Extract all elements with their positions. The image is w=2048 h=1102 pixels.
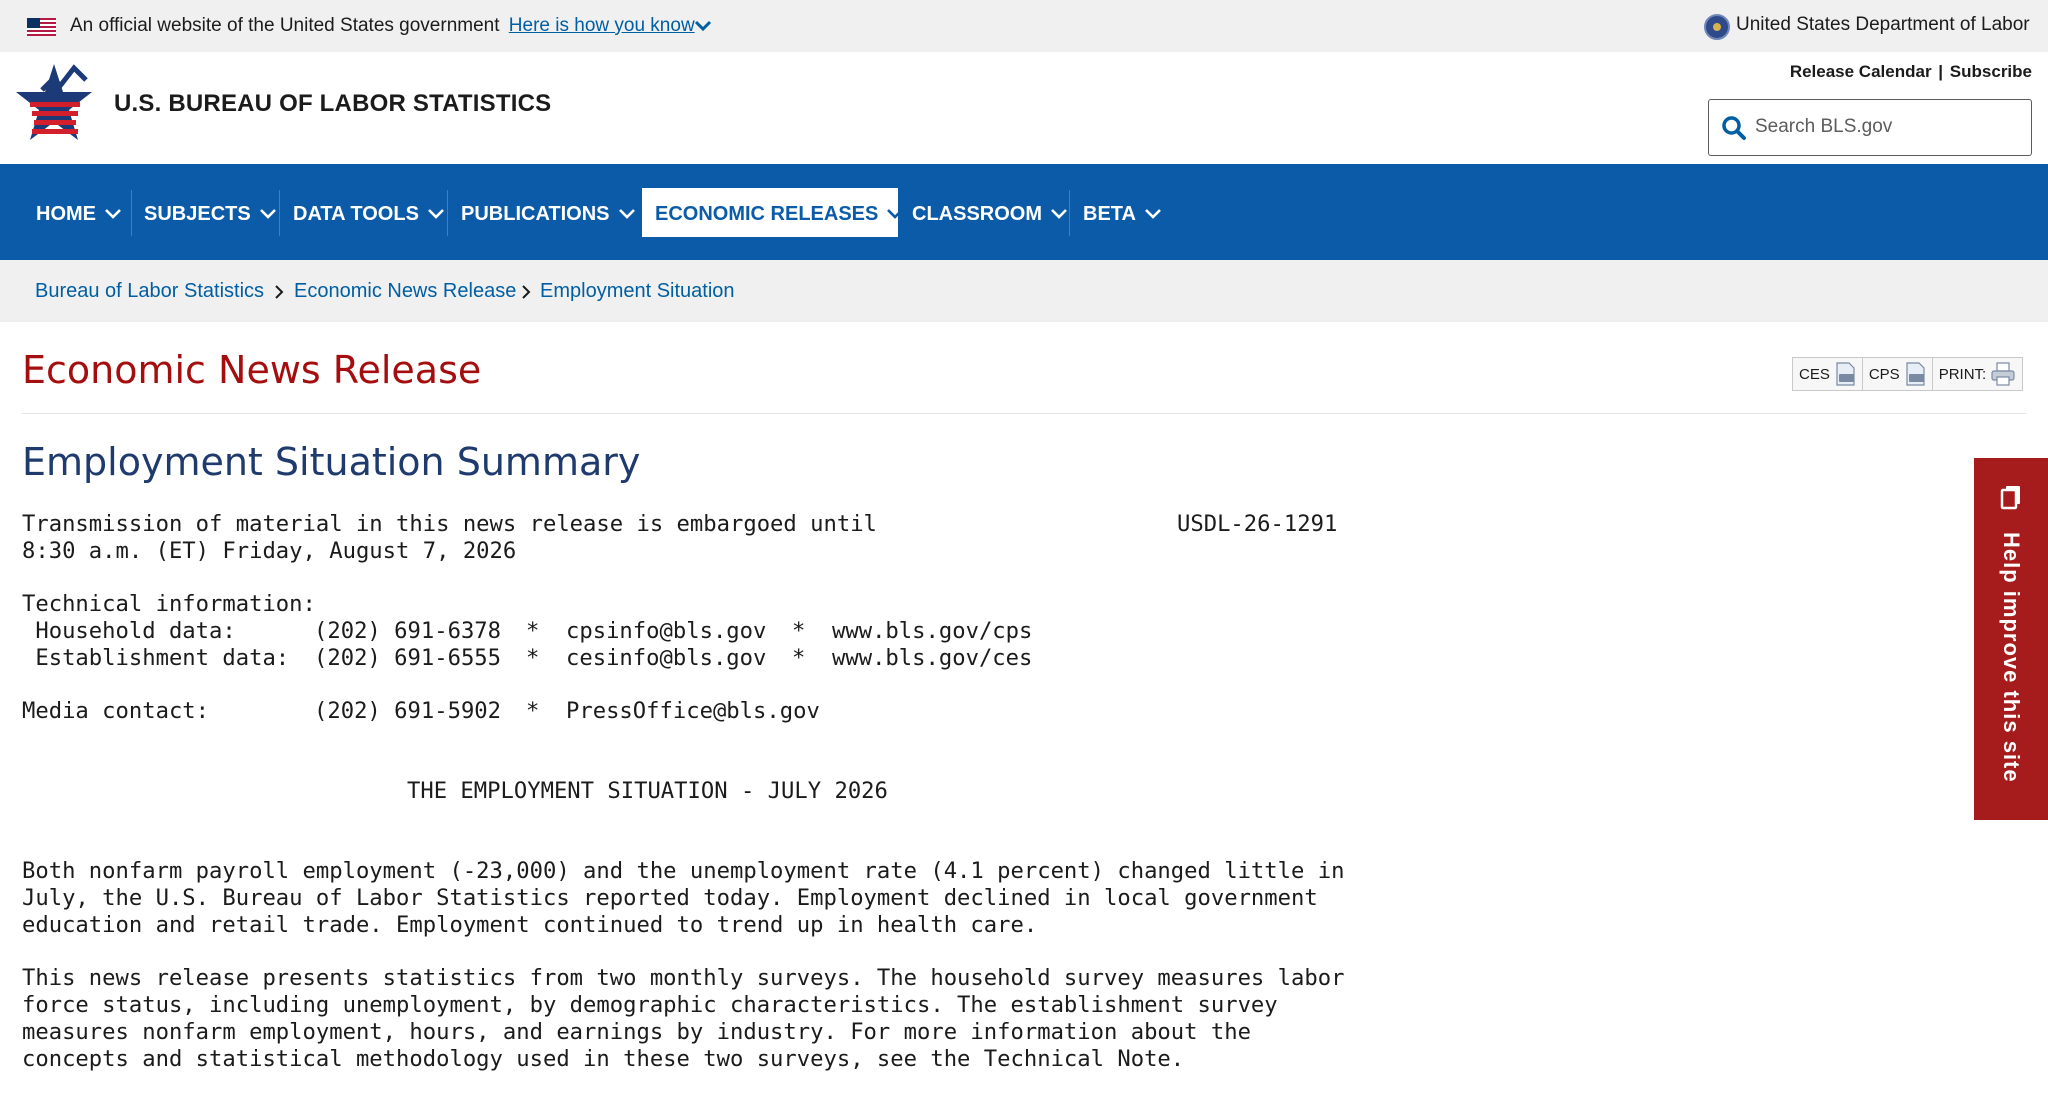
section-title: Employment Situation Summary — [22, 440, 641, 484]
nav-divider — [279, 190, 280, 236]
star-separator: * — [526, 698, 540, 724]
household-url[interactable]: www.bls.gov/cps — [832, 618, 1032, 645]
establishment-url[interactable]: www.bls.gov/ces — [832, 645, 1032, 672]
title-divider — [22, 413, 2026, 414]
official-gov-banner: An official website of the United States… — [0, 0, 2048, 52]
embargo-line-2: 8:30 a.m. (ET) Friday, August 7, 2026 — [22, 538, 517, 564]
summary-line: education and retail trade. Employment c… — [22, 912, 1038, 938]
media-email[interactable]: PressOffice@bls.gov — [566, 698, 820, 725]
technical-info-heading: Technical information: — [22, 591, 316, 617]
chevron-right-icon — [522, 285, 531, 299]
nav-economic-releases[interactable]: ECONOMIC RELEASES — [655, 199, 904, 229]
breadcrumb-employment-situation[interactable]: Employment Situation — [540, 280, 735, 303]
surveys-line: force status, including unemployment, by… — [22, 992, 1278, 1018]
summary-line: July, the U.S. Bureau of Labor Statistic… — [22, 885, 1318, 911]
official-site-text: An official website of the United States… — [70, 13, 695, 39]
embargo-text: Transmission of material in this news re… — [22, 511, 877, 537]
breadcrumb-economic-news-release[interactable]: Economic News Release — [294, 280, 516, 303]
nav-subjects-label: SUBJECTS — [144, 202, 251, 225]
surveys-line: This news release presents statistics fr… — [22, 965, 1345, 991]
breadcrumb: Bureau of Labor Statistics Economic News… — [0, 260, 2048, 322]
subscribe-link[interactable]: Subscribe — [1950, 62, 2032, 81]
cps-pdf-button[interactable]: CPS — [1861, 357, 1933, 391]
feedback-icon — [2000, 486, 2020, 510]
surveys-line: concepts and statistical methodology use… — [22, 1046, 1185, 1072]
star-separator: * — [526, 645, 540, 671]
utility-separator: | — [1938, 62, 1944, 81]
nav-divider — [131, 190, 132, 236]
ces-label: CES — [1799, 365, 1830, 383]
feedback-tab[interactable]: Help improve this site — [1974, 458, 2048, 820]
pdf-icon — [1836, 362, 1855, 386]
media-contact-label: Media contact: — [22, 698, 210, 724]
main-nav: HOME SUBJECTS DATA TOOLS PUBLICATIONS EC… — [0, 164, 2048, 260]
nav-home-label: HOME — [36, 202, 96, 225]
site-title[interactable]: U.S. BUREAU OF LABOR STATISTICS — [114, 90, 551, 118]
search-box — [1708, 99, 2032, 156]
release-headline: THE EMPLOYMENT SITUATION - JULY 2026 — [407, 778, 888, 804]
chevron-down-icon — [1051, 209, 1067, 219]
surveys-line: measures nonfarm employment, hours, and … — [22, 1019, 1251, 1045]
breadcrumb-bls[interactable]: Bureau of Labor Statistics — [35, 280, 264, 303]
establishment-phone: (202) 691-6555 — [314, 645, 502, 671]
print-label: PRINT: — [1938, 365, 1987, 383]
star-separator: * — [792, 645, 806, 671]
us-flag-icon — [27, 18, 56, 36]
dol-seal-icon — [1704, 14, 1730, 40]
search-input[interactable] — [1755, 110, 2023, 144]
summary-line: Both nonfarm payroll employment (-23,000… — [22, 858, 1345, 884]
nav-data-tools[interactable]: DATA TOOLS — [293, 199, 445, 229]
establishment-label: Establishment data: — [22, 645, 290, 671]
chevron-down-icon — [618, 209, 635, 219]
pdf-icon — [1906, 362, 1925, 386]
official-site-label: An official website of the United States… — [70, 15, 500, 36]
printer-icon — [1991, 362, 2015, 386]
nav-data-tools-label: DATA TOOLS — [293, 202, 419, 225]
nav-subjects[interactable]: SUBJECTS — [144, 199, 277, 229]
feedback-label: Help improve this site — [1999, 532, 2024, 783]
star-separator: * — [792, 618, 806, 644]
search-icon[interactable] — [1721, 115, 1747, 141]
release-tools: CES CPS PRINT: — [1792, 357, 2024, 391]
establishment-email[interactable]: cesinfo@bls.gov — [566, 645, 766, 672]
household-phone: (202) 691-6378 — [314, 618, 502, 644]
nav-economic-releases-label: ECONOMIC RELEASES — [655, 202, 879, 225]
nav-publications[interactable]: PUBLICATIONS — [461, 199, 636, 229]
page-title: Economic News Release — [22, 348, 482, 392]
chevron-down-icon[interactable] — [693, 16, 713, 36]
star-separator: * — [526, 618, 540, 644]
nav-classroom-label: CLASSROOM — [912, 202, 1042, 225]
chevron-down-icon — [887, 209, 904, 219]
nav-home[interactable]: HOME — [36, 199, 122, 229]
chevron-down-icon — [1145, 209, 1161, 219]
chevron-right-icon — [275, 285, 284, 299]
nav-beta[interactable]: BETA — [1083, 199, 1162, 229]
chevron-down-icon — [105, 209, 121, 219]
utility-links: Release Calendar | Subscribe — [1790, 62, 2032, 82]
release-calendar-link[interactable]: Release Calendar — [1790, 62, 1932, 81]
household-email[interactable]: cpsinfo@bls.gov — [566, 618, 766, 645]
media-phone: (202) 691-5902 — [314, 698, 502, 724]
nav-publications-label: PUBLICATIONS — [461, 202, 610, 225]
chevron-down-icon — [428, 209, 444, 219]
cps-label: CPS — [1868, 365, 1900, 383]
print-button[interactable]: PRINT: — [1931, 357, 2024, 391]
nav-divider — [1069, 190, 1070, 236]
nav-classroom[interactable]: CLASSROOM — [912, 199, 1068, 229]
release-id: USDL-26-1291 — [1177, 511, 1338, 537]
nav-beta-label: BETA — [1083, 202, 1136, 225]
embargo-line-1: Transmission of material in this news re… — [22, 511, 877, 538]
household-label: Household data: — [22, 618, 236, 644]
ces-pdf-button[interactable]: CES — [1792, 357, 1863, 391]
how-you-know-link[interactable]: Here is how you know — [509, 15, 695, 36]
site-header: U.S. BUREAU OF LABOR STATISTICS Release … — [0, 52, 2048, 164]
chevron-down-icon — [259, 209, 276, 219]
dol-link[interactable]: United States Department of Labor — [1736, 12, 2030, 38]
bls-star-logo-icon[interactable] — [14, 60, 94, 146]
nav-divider — [447, 190, 448, 236]
